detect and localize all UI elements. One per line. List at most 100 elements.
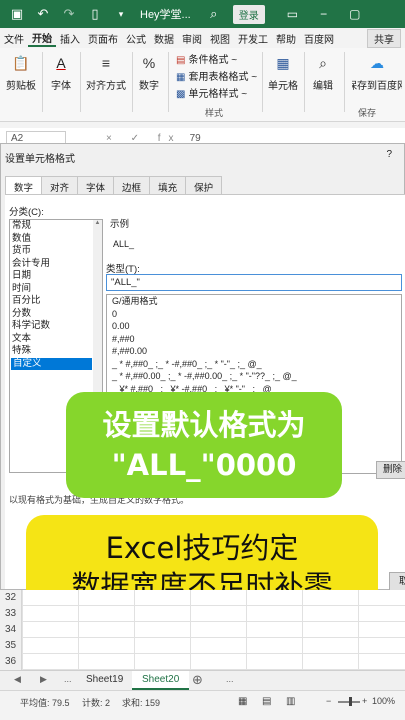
cells-label: 单元格 xyxy=(268,81,298,92)
zoom-level[interactable]: 100% xyxy=(372,696,395,706)
font-group[interactable]: A 字体 xyxy=(50,52,72,92)
page-layout-icon[interactable]: ▤ xyxy=(262,696,271,707)
grid-row[interactable]: 33 xyxy=(0,606,405,622)
category-item[interactable]: 会计专用 xyxy=(10,258,102,271)
tab-formulas[interactable]: 公式 xyxy=(122,31,150,46)
scroll-up-icon[interactable]: ▲ xyxy=(93,220,102,226)
sheet-more-icon[interactable]: ... xyxy=(64,674,72,684)
category-item[interactable]: 数值 xyxy=(10,233,102,246)
category-item[interactable]: 特殊 xyxy=(10,345,102,358)
tab-developer[interactable]: 开发工 xyxy=(234,31,272,46)
category-item[interactable]: 文本 xyxy=(10,333,102,346)
caption-line: "ALL_"0000 xyxy=(111,448,297,482)
category-label: 分类(C): xyxy=(9,207,44,218)
table-format-button[interactable]: ▦ 套用表格格式 ~ xyxy=(176,69,257,86)
category-item[interactable]: 分数 xyxy=(10,308,102,321)
ribbon-divider xyxy=(304,52,305,112)
minimize-icon[interactable]: − xyxy=(320,7,327,21)
save-icon[interactable]: ▣ xyxy=(8,5,26,23)
format-item[interactable]: 0 xyxy=(107,308,401,321)
ribbon-divider xyxy=(168,52,169,112)
sheet-grid[interactable]: 32 33 34 35 36 xyxy=(0,590,405,670)
format-item[interactable]: _ * #,##0.00_ ;_ * -#,##0.00_ ;_ * "-"??… xyxy=(107,370,401,383)
sheet-options-icon[interactable]: ... xyxy=(226,674,234,684)
document-title: Hey学堂... xyxy=(140,9,191,21)
status-count: 计数: 2 xyxy=(82,698,111,708)
format-item[interactable]: G/通用格式 xyxy=(107,295,401,308)
format-item[interactable]: _ * #,##0_ ;_ * -#,##0_ ;_ * "-"_ ;_ @_ xyxy=(107,358,401,371)
zoom-out-icon[interactable]: − xyxy=(326,696,331,706)
customize-toolbar-icon[interactable]: ▾ xyxy=(112,5,130,23)
tab-data[interactable]: 数据 xyxy=(150,31,178,46)
tab-page-layout[interactable]: 页面布 xyxy=(84,31,122,46)
tab-help[interactable]: 帮助 xyxy=(272,31,300,46)
tab-review[interactable]: 审阅 xyxy=(178,31,206,46)
tab-home[interactable]: 开始 xyxy=(28,30,56,47)
type-input[interactable]: "ALL_" xyxy=(106,274,402,291)
format-item[interactable]: #,##0.00 xyxy=(107,345,401,358)
row-header[interactable]: 34 xyxy=(0,622,22,638)
share-button[interactable]: 共享 xyxy=(367,28,401,48)
zoom-in-icon[interactable]: + xyxy=(362,696,367,706)
baidu-cloud-icon: ☁ xyxy=(370,54,384,71)
category-item[interactable]: 常规 xyxy=(10,220,102,233)
row-header[interactable]: 35 xyxy=(0,638,22,654)
tab-baidu[interactable]: 百度网 xyxy=(300,31,338,46)
category-item-selected[interactable]: 自定义 xyxy=(11,357,92,370)
category-item[interactable]: 百分比 xyxy=(10,295,102,308)
tab-file[interactable]: 文件 xyxy=(0,31,28,46)
sheet-prev-icon[interactable]: ◀ xyxy=(14,674,21,685)
grid-row[interactable]: 35 xyxy=(0,638,405,654)
restore-icon[interactable]: ▢ xyxy=(349,7,360,21)
ribbon-divider xyxy=(262,52,263,112)
cells-group[interactable]: ▦ 单元格 xyxy=(268,52,298,93)
number-group[interactable]: % 数字 xyxy=(138,52,160,92)
document-icon[interactable]: ▯ xyxy=(86,5,104,23)
clipboard-icon: 📋 xyxy=(12,54,30,71)
cancel-button[interactable]: 取 xyxy=(389,572,405,592)
zoom-slider-handle[interactable] xyxy=(349,697,352,706)
category-item[interactable]: 货币 xyxy=(10,245,102,258)
ribbon-display-icon[interactable]: ▭ xyxy=(287,7,298,21)
category-item[interactable]: 日期 xyxy=(10,270,102,283)
row-header[interactable]: 32 xyxy=(0,590,22,606)
alignment-group[interactable]: ≡ 对齐方式 xyxy=(86,52,126,92)
format-item[interactable]: 0.00 xyxy=(107,320,401,333)
row-header[interactable]: 33 xyxy=(0,606,22,622)
tab-insert[interactable]: 插入 xyxy=(56,31,84,46)
sheet-tab-active[interactable]: Sheet20 xyxy=(132,671,190,690)
sheet-tab[interactable]: Sheet19 xyxy=(76,671,133,690)
styles-list: ▤ 条件格式 ~ ▦ 套用表格格式 ~ ▩ 单元格样式 ~ xyxy=(176,52,257,103)
grid-row[interactable]: 36 xyxy=(0,654,405,670)
save-baidu-group[interactable]: ☁ 保存到百度网 xyxy=(352,52,402,93)
percent-icon: % xyxy=(142,55,156,71)
save-baidu-label: 保存到百度网 xyxy=(352,81,402,92)
sheet-next-icon[interactable]: ▶ xyxy=(40,674,47,685)
normal-view-icon[interactable]: ▦ xyxy=(238,696,247,707)
tab-view[interactable]: 视图 xyxy=(206,31,234,46)
ribbon-divider xyxy=(42,52,43,112)
sheet-tab-bar: ◀ ▶ ... Sheet19 Sheet20 ⊕ ... xyxy=(0,670,405,690)
search-icon[interactable]: ⌕ xyxy=(205,5,223,23)
category-item[interactable]: 科学记数 xyxy=(10,320,102,333)
table-format-icon: ▦ xyxy=(176,72,186,83)
grid-row[interactable]: 32 xyxy=(0,590,405,606)
login-button[interactable]: 登录 xyxy=(232,4,265,24)
row-header[interactable]: 36 xyxy=(0,654,22,670)
ribbon-divider xyxy=(344,52,345,112)
caption-line: 设置默认格式为 xyxy=(102,408,306,442)
category-item[interactable]: 时间 xyxy=(10,283,102,296)
editing-group[interactable]: ⌕ 编辑 xyxy=(312,52,334,93)
add-sheet-icon[interactable]: ⊕ xyxy=(192,672,203,688)
page-break-icon[interactable]: ▥ xyxy=(286,696,295,707)
undo-icon[interactable]: ↶ xyxy=(34,5,52,23)
redo-icon[interactable]: ↷ xyxy=(60,5,78,23)
font-color-icon: A xyxy=(56,55,66,71)
delete-button[interactable]: 删除 xyxy=(376,461,405,479)
cell-style-button[interactable]: ▩ 单元格样式 ~ xyxy=(176,86,257,103)
conditional-format-button[interactable]: ▤ 条件格式 ~ xyxy=(176,52,257,69)
grid-row[interactable]: 34 xyxy=(0,622,405,638)
format-item[interactable]: #,##0 xyxy=(107,333,401,346)
clipboard-group[interactable]: 📋 剪贴板 xyxy=(6,52,36,93)
help-button[interactable]: ? xyxy=(386,149,392,160)
